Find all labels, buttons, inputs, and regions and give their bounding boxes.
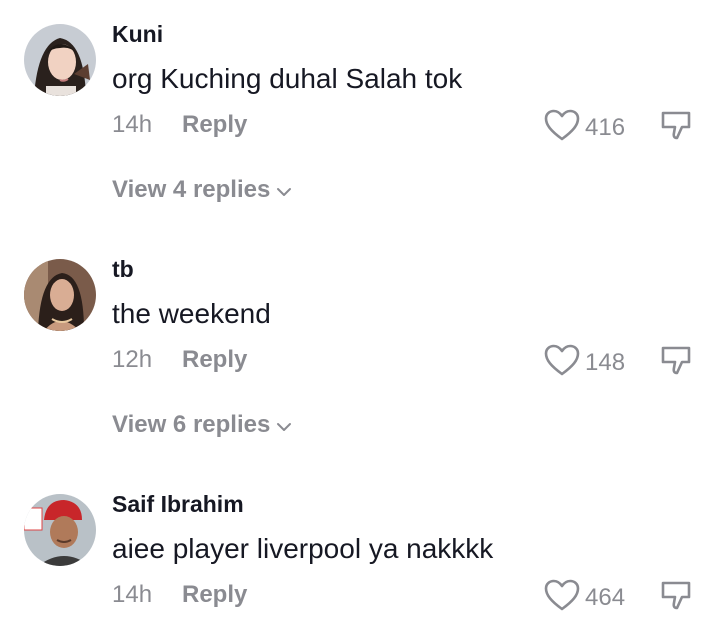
comment-username[interactable]: Saif Ibrahim [112,491,244,518]
reply-button[interactable]: Reply [182,346,247,374]
thumbs-down-outline-icon [658,581,696,617]
chevron-down-icon [276,411,292,439]
thumbs-down-outline-icon [658,346,696,382]
thumbs-down-outline-icon [658,111,696,147]
comment-item: Kuni org Kuching duhal Salah tok 14h Rep… [0,0,720,235]
view-replies-label: View 6 replies [112,411,271,438]
comment-timestamp: 14h [112,111,153,138]
like-button[interactable]: 464 [543,578,625,617]
heart-outline-icon [543,578,581,617]
comment-username[interactable]: tb [112,256,134,283]
dislike-button[interactable] [658,109,696,148]
reply-button[interactable]: Reply [182,111,247,139]
like-count: 416 [585,113,626,141]
like-button[interactable]: 416 [543,108,625,147]
like-count: 464 [585,583,626,611]
comment-timestamp: 12h [112,346,153,373]
avatar[interactable] [24,494,96,566]
avatar[interactable] [24,24,96,96]
view-replies-label: View 4 replies [112,176,271,203]
comment-timestamp: 14h [112,581,153,608]
dislike-button[interactable] [658,579,696,618]
comment-text: aiee player liverpool ya nakkkk [112,533,494,564]
comment-item: Saif Ibrahim aiee player liverpool ya na… [0,470,720,630]
heart-outline-icon [543,343,581,382]
comment-text: the weekend [112,298,271,329]
heart-outline-icon [543,108,581,147]
view-replies-button[interactable]: View 4 replies [112,176,292,204]
comment-text: org Kuching duhal Salah tok [112,63,463,94]
reply-button[interactable]: Reply [182,581,247,609]
dislike-button[interactable] [658,344,696,383]
comment-username[interactable]: Kuni [112,21,163,48]
view-replies-button[interactable]: View 6 replies [112,411,292,439]
avatar[interactable] [24,259,96,331]
like-count: 148 [585,348,626,376]
like-button[interactable]: 148 [543,343,625,382]
comment-item: tb the weekend 12h Reply 148 View 6 repl… [0,235,720,470]
chevron-down-icon [276,176,292,204]
